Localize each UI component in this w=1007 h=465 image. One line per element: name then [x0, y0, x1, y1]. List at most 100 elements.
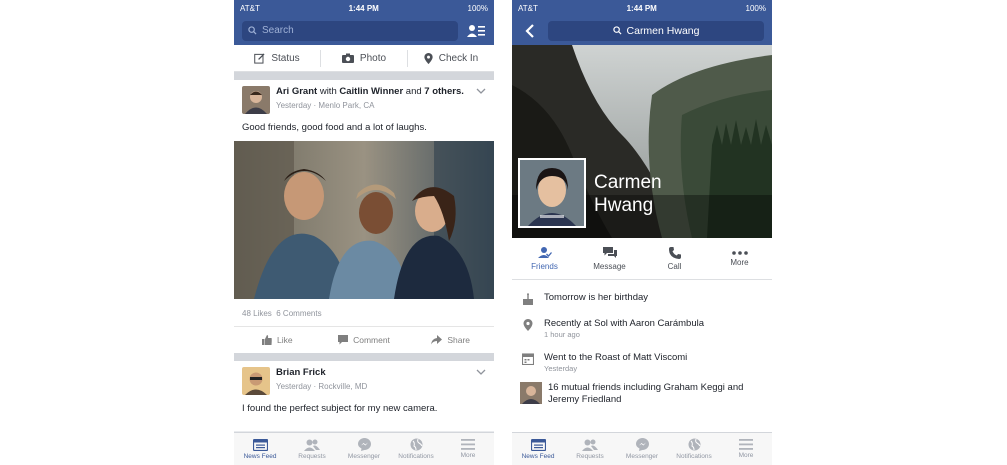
profile-picture[interactable] [518, 158, 586, 228]
info-mutual-friends[interactable]: 16 mutual friends including Graham Keggi… [512, 382, 772, 405]
comment-label: Comment [353, 335, 390, 345]
call-button[interactable]: Call [642, 238, 707, 279]
tab-more[interactable]: More [442, 433, 494, 465]
info-event[interactable]: Went to the Roast of Matt Viscomi Yester… [512, 352, 772, 382]
info-main: 16 mutual friends including Graham Keggi… [548, 382, 744, 405]
search-input[interactable]: Carmen Hwang [548, 20, 764, 41]
post-time: Yesterday [276, 382, 312, 391]
post-location[interactable]: Menlo Park, CA [318, 101, 374, 110]
avatar[interactable] [242, 86, 270, 114]
top-nav: Carmen Hwang [512, 16, 772, 45]
messenger-icon [357, 438, 371, 451]
tab-requests[interactable]: Requests [286, 433, 338, 465]
tab-notifications[interactable]: Notifications [390, 433, 442, 465]
tab-label: Notifications [398, 453, 434, 460]
photo-button[interactable]: Photo [321, 49, 408, 67]
likes-count[interactable]: 48 Likes [242, 309, 272, 318]
author-name[interactable]: Brian Frick [276, 367, 326, 378]
tab-news-feed[interactable]: News Feed [512, 433, 564, 465]
location-pin-icon [424, 52, 433, 64]
comment-button[interactable]: Comment [321, 335, 408, 345]
tab-bar: News Feed Requests Messenger Notificatio… [234, 432, 494, 465]
checkin-button[interactable]: Check In [408, 50, 494, 67]
tab-label: Requests [576, 452, 604, 460]
tab-more[interactable]: More [720, 433, 772, 465]
thumbs-up-icon [262, 335, 272, 345]
search-icon [612, 26, 622, 35]
tab-bar: News Feed Requests Messenger Notificatio… [512, 432, 772, 465]
message-label: Message [593, 261, 626, 271]
tab-messenger[interactable]: Messenger [616, 433, 668, 465]
friends-check-icon [537, 247, 552, 258]
search-input[interactable]: Search [242, 20, 458, 41]
tab-label: More [460, 452, 476, 459]
info-birthday[interactable]: Tomorrow is her birthday [512, 292, 772, 318]
friends-button[interactable]: Friends [512, 238, 577, 279]
phone-icon [668, 246, 681, 259]
others-link[interactable]: 7 others. [424, 86, 464, 97]
status-bar: AT&T 1:44 PM 100% [512, 0, 772, 16]
cake-icon [523, 293, 533, 305]
clock: 1:44 PM [626, 3, 657, 13]
profile-screen: AT&T 1:44 PM 100% Carmen Hwang Carmen Hw… [512, 0, 772, 465]
tab-requests[interactable]: Requests [564, 433, 616, 465]
messenger-icon [635, 438, 649, 451]
edit-icon [254, 52, 265, 64]
tab-label: Requests [298, 452, 326, 460]
comments-count[interactable]: 6 Comments [276, 309, 321, 318]
post-header: Brian Frick Yesterday · Rockville, MD [234, 361, 494, 399]
info-main: Recently at Sol with Aaron Carámbula [544, 318, 704, 329]
search-icon [248, 26, 257, 35]
clock: 1:44 PM [348, 3, 379, 13]
post-photo[interactable] [234, 141, 494, 299]
composer-bar: Status Photo Check In [234, 45, 494, 72]
chevron-down-icon[interactable] [476, 86, 486, 96]
carrier-label: AT&T [518, 3, 538, 13]
carrier-label: AT&T [240, 3, 260, 13]
profile-actions: Friends Message Call More [512, 238, 772, 280]
battery-label: 100% [745, 3, 766, 13]
tagged-friend[interactable]: Caitlin Winner [339, 86, 403, 97]
post-meta: Yesterday · Rockville, MD [276, 382, 368, 391]
more-label: More [730, 257, 749, 267]
tab-label: News Feed [521, 452, 555, 460]
cover-photo[interactable]: Carmen Hwang [512, 45, 772, 238]
menu-icon [461, 439, 475, 450]
news-feed-screen: AT&T 1:44 PM 100% Search Status Photo Ch… [234, 0, 494, 465]
tab-notifications[interactable]: Notifications [668, 433, 720, 465]
photo-label: Photo [359, 52, 387, 64]
avatar[interactable] [242, 367, 270, 395]
chevron-down-icon[interactable] [476, 367, 486, 377]
profile-name: Carmen Hwang [594, 171, 662, 217]
top-nav: Search [234, 16, 494, 45]
friends-list-icon [467, 24, 485, 37]
tab-label: News Feed [243, 452, 277, 460]
tab-news-feed[interactable]: News Feed [234, 433, 286, 465]
feed-divider [234, 72, 494, 80]
search-placeholder: Search [262, 25, 294, 36]
message-button[interactable]: Message [577, 238, 642, 279]
more-button[interactable]: More [707, 238, 772, 279]
author-name[interactable]: Ari Grant [276, 86, 317, 97]
more-dots-icon [731, 250, 748, 255]
news-feed-icon [530, 438, 546, 451]
info-checkin[interactable]: Recently at Sol with Aaron Carámbula 1 h… [512, 318, 772, 352]
status-button[interactable]: Status [234, 49, 321, 67]
news-feed-icon [252, 438, 268, 451]
post-location[interactable]: Rockville, MD [318, 382, 367, 391]
globe-icon [688, 438, 700, 451]
with-text: with [319, 86, 337, 97]
mutual-friend-avatar [520, 382, 542, 404]
post-actions: Like Comment Share [234, 327, 494, 353]
tab-messenger[interactable]: Messenger [338, 433, 390, 465]
like-button[interactable]: Like [234, 335, 321, 345]
comment-icon [338, 335, 349, 345]
friend-requests-button[interactable] [466, 21, 486, 41]
location-pin-icon [523, 319, 533, 331]
globe-icon [410, 438, 422, 451]
search-value: Carmen Hwang [626, 24, 700, 37]
share-button[interactable]: Share [407, 335, 494, 345]
checkin-label: Check In [438, 52, 479, 64]
tab-label: Notifications [676, 453, 712, 460]
back-button[interactable] [520, 21, 540, 41]
